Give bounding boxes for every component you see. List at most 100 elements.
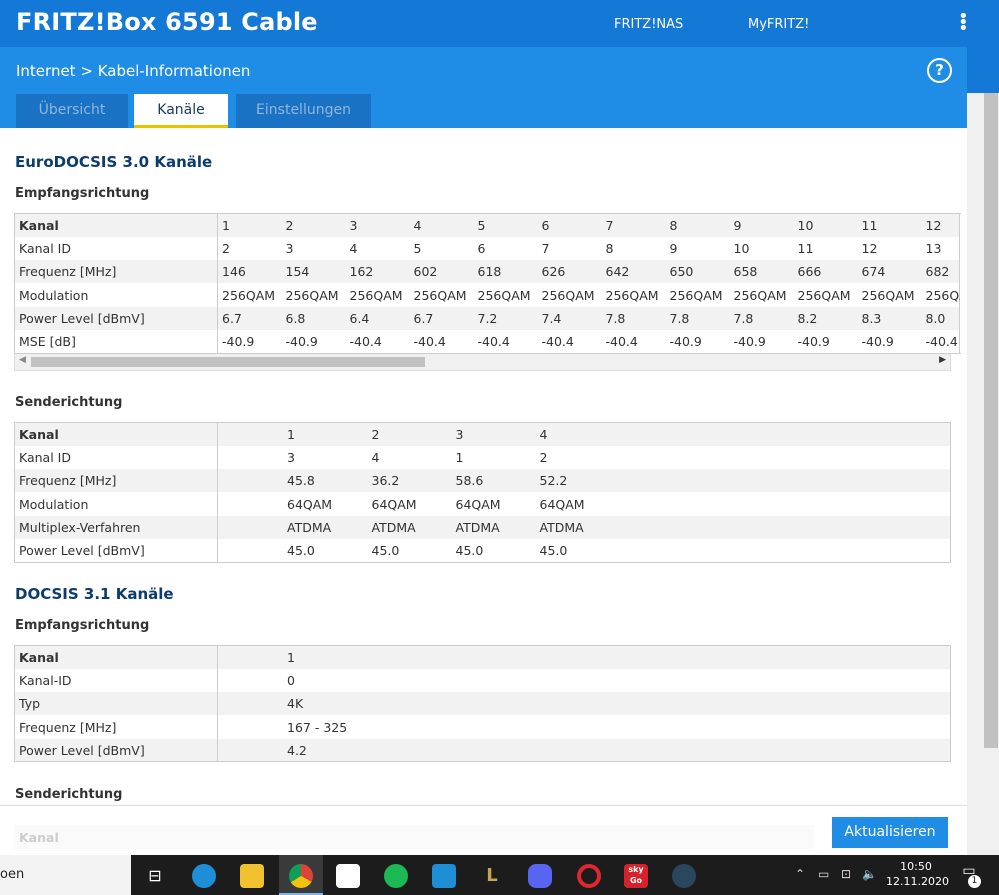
tray-desktop-icon[interactable]: ▭ xyxy=(818,867,829,881)
table-cell: 8.3 xyxy=(857,306,922,330)
table-cell: 12 xyxy=(861,240,878,256)
table-filler xyxy=(518,669,951,692)
table-cell: 0 xyxy=(287,672,295,688)
table-cell: 10 xyxy=(793,213,858,237)
table-filler xyxy=(517,692,951,716)
explorer-icon[interactable] xyxy=(240,864,264,888)
steam-icon[interactable] xyxy=(672,864,696,888)
row-label: Power Level [dBmV] xyxy=(14,306,218,330)
table-cell: -40.9 xyxy=(222,333,255,349)
table-cell: 146 xyxy=(217,260,282,284)
table-row: MSE [dB] -40.9 -40.9 -40.4 -40.4 -40.4 -40.4 -4… xyxy=(14,329,960,354)
table-row: Frequenz [MHz] 45.8 36.2 58.6 52.2 xyxy=(14,469,951,493)
row-label: Kanal xyxy=(14,422,218,446)
discord-icon[interactable] xyxy=(528,864,552,888)
table-cell: ATDMA xyxy=(217,515,368,539)
table-row: Frequenz [MHz] 167 - 325 xyxy=(14,715,951,739)
table-cell: 642 xyxy=(601,260,666,284)
table-cell: 682 xyxy=(921,260,960,284)
tray-network-icon[interactable]: ⊡ xyxy=(841,867,851,881)
table-cell: 64QAM xyxy=(287,496,333,512)
table-cell: 602 xyxy=(409,260,474,284)
horizontal-scrollbar[interactable]: ◀ ▶ xyxy=(14,354,951,371)
tray-volume-icon[interactable]: 🔈 xyxy=(862,867,877,881)
mail-icon[interactable] xyxy=(432,864,456,888)
table-cell: 58.6 xyxy=(451,469,536,493)
table-cell: 45.0 xyxy=(287,542,315,558)
table-cell: 666 xyxy=(793,260,858,284)
table-cell: 256QAM xyxy=(797,287,851,303)
table-cell: 4 xyxy=(371,449,380,465)
row-label: Kanal xyxy=(14,645,218,669)
row-label: Power Level [dBmV] xyxy=(14,538,218,563)
refresh-button[interactable]: Aktualisieren xyxy=(832,817,948,848)
table-cell: 256QAM xyxy=(861,287,915,303)
table-cell: 12 xyxy=(921,213,960,237)
chrome-icon[interactable] xyxy=(289,864,313,888)
vertical-scrollbar-thumb[interactable] xyxy=(984,93,998,748)
row-label: Kanal-ID xyxy=(14,668,218,693)
table-cell: 11 xyxy=(857,213,922,237)
task-view-icon[interactable]: ⊟ xyxy=(143,864,167,888)
table-cell: -40.4 xyxy=(349,333,382,349)
taskbar-clock[interactable]: 10:50 12.11.2020 xyxy=(886,859,949,889)
table-cell: 256QAM xyxy=(605,287,659,303)
table-cell: 256QAM xyxy=(925,287,960,303)
store-icon[interactable] xyxy=(336,864,360,888)
table-cell: 11 xyxy=(797,240,814,256)
table-cell: 8 xyxy=(665,213,730,237)
fritz-nas-link[interactable]: FRITZ!NAS xyxy=(614,17,683,32)
help-icon[interactable]: ? xyxy=(927,58,952,83)
table-cell: 3 xyxy=(285,240,294,256)
table-row: Kanal 1 2 3 4 xyxy=(14,422,951,446)
sky-go-icon[interactable]: sky Go xyxy=(624,864,648,888)
table-cell: 64QAM xyxy=(455,496,501,512)
scroll-left-icon[interactable]: ◀ xyxy=(19,355,26,365)
spotify-icon[interactable] xyxy=(384,864,408,888)
row-label: Kanal ID xyxy=(14,445,218,470)
table-cell: 4 xyxy=(349,240,358,256)
table-cell: 7.8 xyxy=(601,306,666,330)
scrollbar-header-area xyxy=(967,0,999,93)
table-cell: 4 xyxy=(409,213,474,237)
table-cell: 2 xyxy=(281,213,346,237)
eurodocsis-title: EuroDOCSIS 3.0 Kanäle xyxy=(15,153,213,171)
tray-chevron-icon[interactable]: ⌃ xyxy=(795,867,805,881)
table-cell: 658 xyxy=(729,260,794,284)
table-cell: 6.7 xyxy=(217,306,282,330)
notification-count-badge: 1 xyxy=(968,875,981,888)
tab-kanaele[interactable]: Kanäle xyxy=(134,94,228,128)
breadcrumb-section[interactable]: Internet xyxy=(16,62,76,80)
table-cell: 6.4 xyxy=(345,306,410,330)
table-cell: 6.8 xyxy=(281,306,346,330)
table-cell: 64QAM xyxy=(371,496,417,512)
horizontal-scrollbar-thumb[interactable] xyxy=(31,357,425,367)
row-label: Power Level [dBmV] xyxy=(14,738,218,762)
tab-uebersicht[interactable]: Übersicht xyxy=(16,94,128,128)
myfritz-link[interactable]: MyFRITZ! xyxy=(748,17,809,32)
table-cell: -40.9 xyxy=(797,333,830,349)
euro-downstream-table: Kanal 1 2 3 4 5 6 7 8 9 10 11 12 Kanal ID 2 3 4 5 6 7 8 9 10 11… xyxy=(14,213,960,354)
row-label: Kanal ID xyxy=(14,236,218,261)
table-cell: 2 xyxy=(222,240,230,256)
opera-icon[interactable] xyxy=(577,864,601,888)
scroll-right-icon[interactable]: ▶ xyxy=(939,355,946,365)
kebab-icon[interactable]: • • • xyxy=(958,8,969,38)
taskbar-search-input[interactable]: oen xyxy=(0,855,131,895)
table-cell: 8.2 xyxy=(793,306,858,330)
docsis31-title: DOCSIS 3.1 Kanäle xyxy=(15,585,174,603)
table-row: Multiplex-Verfahren ATDMA ATDMA ATDMA ATDMA xyxy=(14,515,951,539)
table-cell: 3 xyxy=(345,213,410,237)
tab-einstellungen[interactable]: Einstellungen xyxy=(236,94,371,128)
breadcrumb-separator-icon: > xyxy=(80,62,93,80)
table-row: Modulation 64QAM 64QAM 64QAM 64QAM xyxy=(14,492,951,516)
table-cell: -40.9 xyxy=(861,333,894,349)
table-cell: 650 xyxy=(665,260,730,284)
table-cell: 256QAM xyxy=(669,287,723,303)
table-cell: 256QAM xyxy=(222,287,276,303)
edge-icon[interactable] xyxy=(192,864,216,888)
league-icon[interactable]: L xyxy=(480,864,504,888)
table-cell: 2 xyxy=(539,449,548,465)
table-cell: 154 xyxy=(281,260,346,284)
top-header: FRITZ!Box 6591 Cable FRITZ!NAS MyFRITZ! … xyxy=(0,0,969,47)
